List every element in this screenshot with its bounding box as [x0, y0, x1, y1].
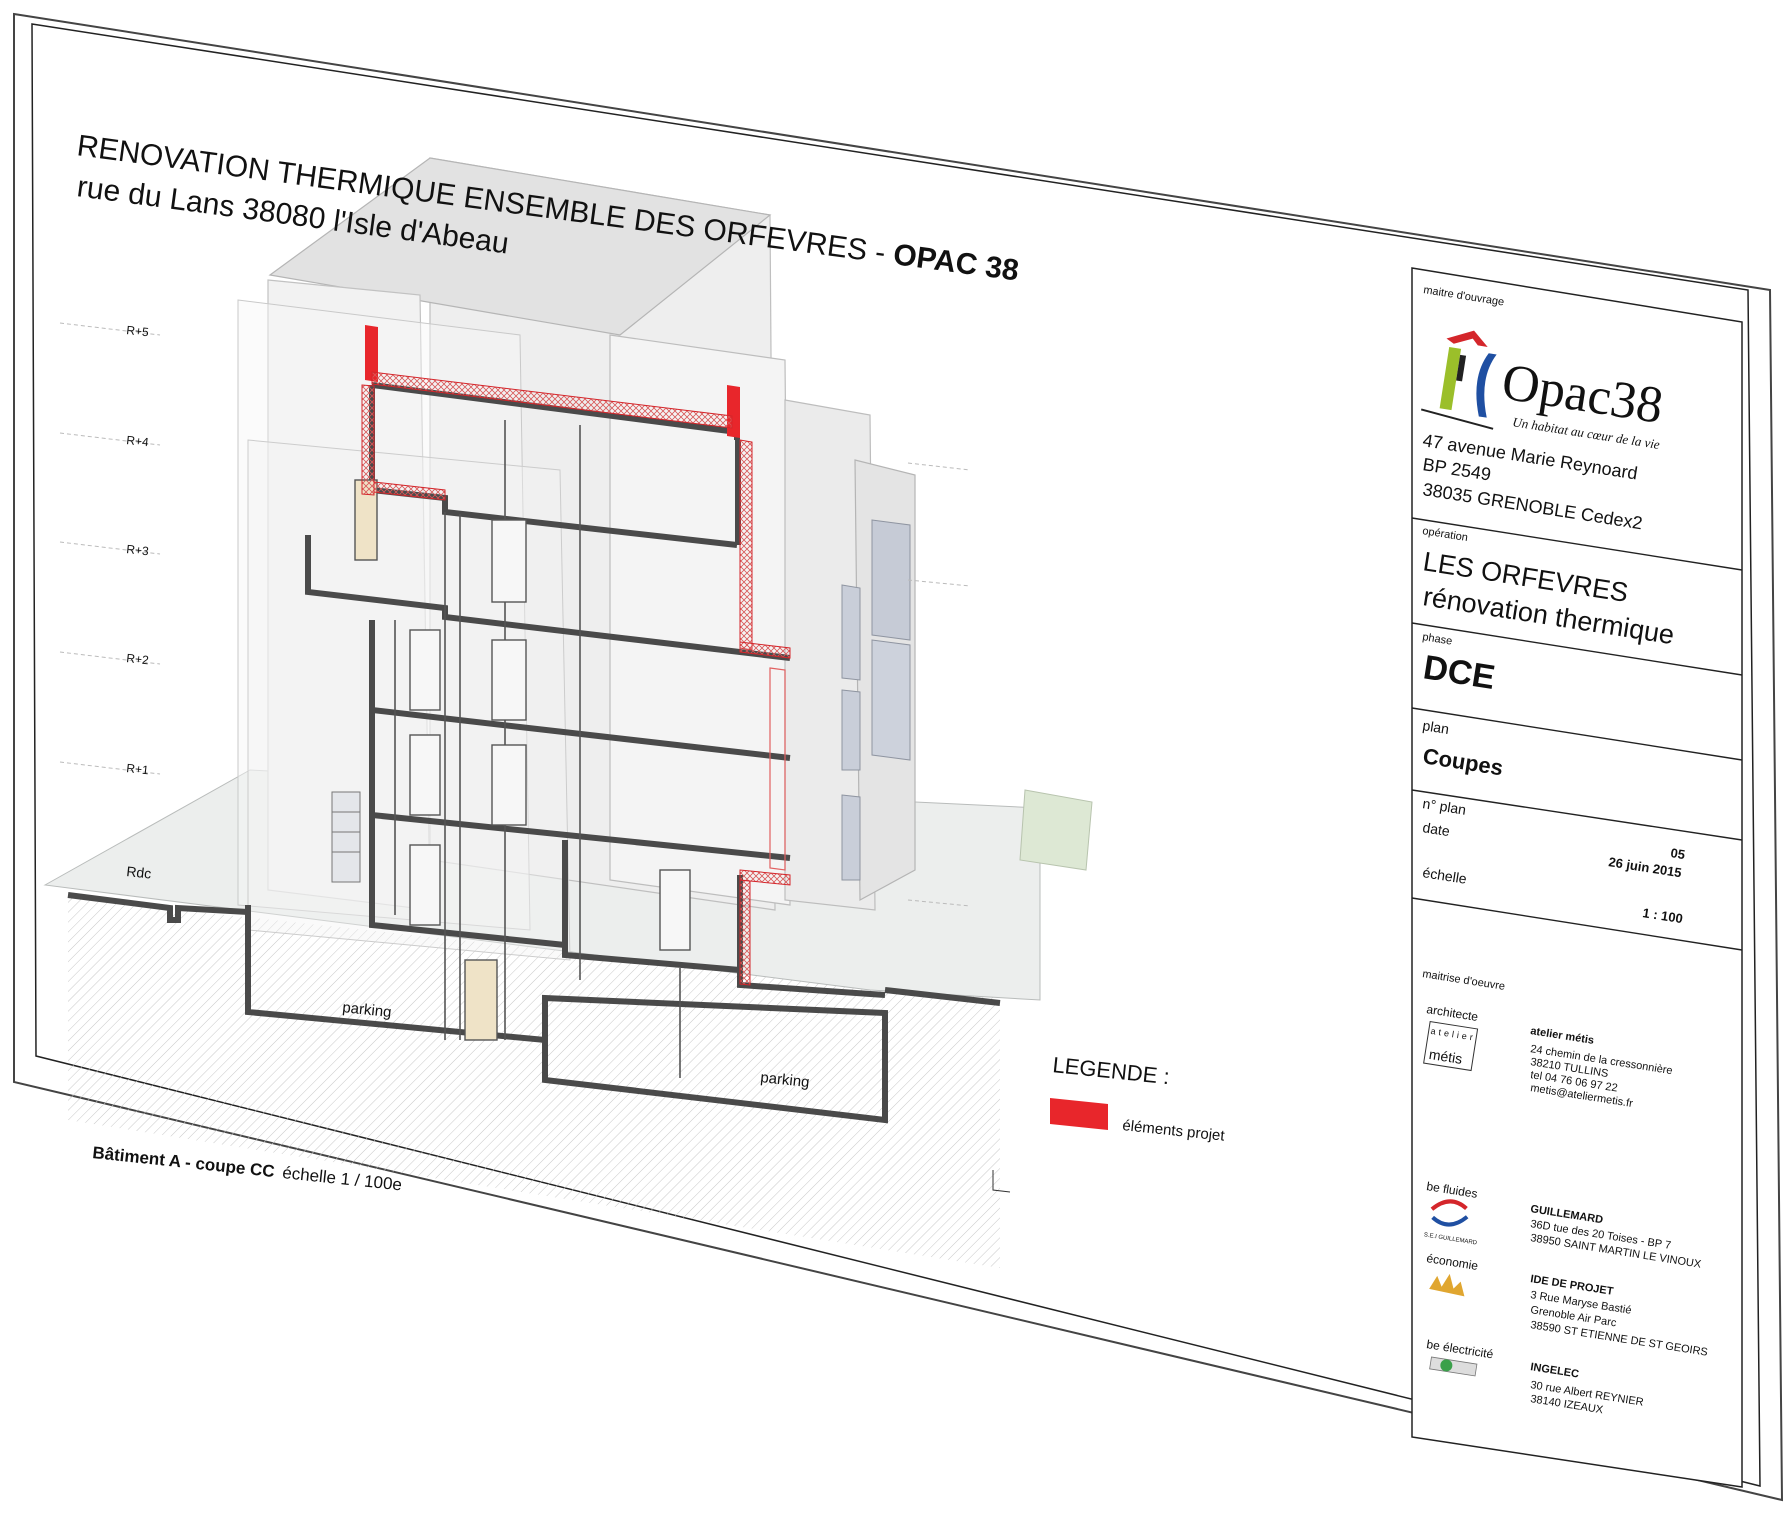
level-label-rplus5: R+5 [126, 323, 150, 339]
glazing-1 [871, 519, 911, 641]
level-label-rplus1: R+1 [126, 761, 150, 777]
insulation-parapet-right [727, 385, 740, 438]
title-block: maitre d'ouvrage Opac38 Un habitat au cœ… [1411, 267, 1743, 1488]
lawn-patch [1019, 789, 1093, 871]
insulation-wall-right [739, 439, 753, 651]
insulation-rdc-wall [739, 879, 751, 986]
nplan-value: 05 [1670, 845, 1687, 862]
balcony-glazing [331, 791, 361, 883]
glazing-4 [841, 689, 861, 771]
caption-bold: Bâtiment A - coupe CC [92, 1143, 276, 1181]
architecte-logo: atelier métis [1423, 1021, 1479, 1072]
glazing-3 [841, 584, 861, 681]
level-label-rdc: Rdc [126, 863, 152, 882]
insulation-wall-left [361, 384, 375, 496]
level-label-rplus2: R+2 [126, 651, 150, 667]
glazing-2 [871, 639, 911, 761]
level-label-rplus4: R+4 [126, 433, 150, 449]
glazing-5 [841, 794, 861, 881]
drawing-sheet: R+5R+4R+3R+2R+1Rdc parking parking RENOV… [13, 12, 1784, 1502]
level-label-rplus3: R+3 [126, 542, 150, 558]
